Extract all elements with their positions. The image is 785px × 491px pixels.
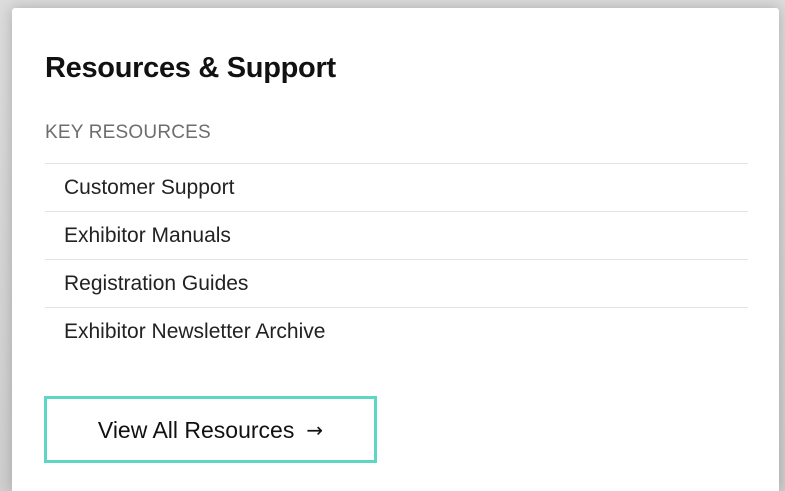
view-all-resources-label: View All Resources — [97, 416, 295, 443]
resource-link-label: Registration Guides — [64, 271, 249, 295]
resource-link-label: Exhibitor Newsletter Archive — [64, 320, 326, 343]
resource-link-registration-guides[interactable]: Registration Guides — [45, 260, 748, 308]
resource-link-label: Exhibitor Manuals — [64, 223, 231, 247]
resources-support-card: Resources & Support KEY RESOURCES Custom… — [12, 8, 779, 491]
view-all-resources-button[interactable]: View All Resources → — [44, 396, 377, 463]
resources-list: Customer Support Exhibitor Manuals Regis… — [45, 163, 748, 356]
resource-link-label: Customer Support — [64, 175, 235, 199]
key-resources-heading: KEY RESOURCES — [45, 122, 211, 143]
resource-link-newsletter-archive[interactable]: Exhibitor Newsletter Archive — [45, 308, 748, 356]
resource-link-exhibitor-manuals[interactable]: Exhibitor Manuals — [45, 212, 748, 260]
arrow-right-icon: → — [306, 417, 324, 442]
card-title: Resources & Support — [45, 52, 336, 84]
resource-link-customer-support[interactable]: Customer Support — [45, 164, 748, 212]
